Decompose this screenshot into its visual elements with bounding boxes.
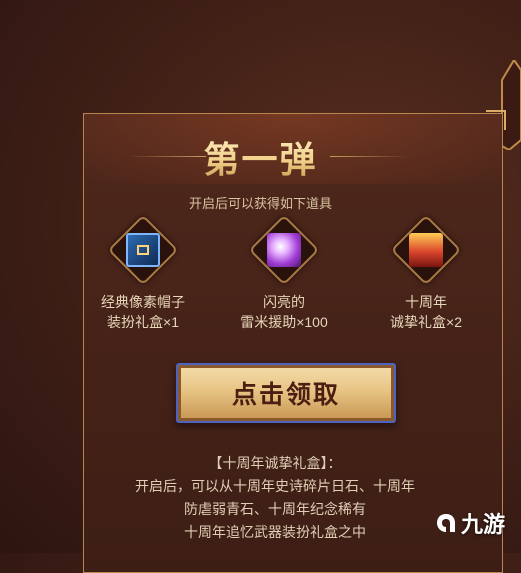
jiuyou-logo-icon — [437, 514, 455, 532]
description-line: 开启后，可以从十周年史诗碎片日石、十周年 — [135, 478, 415, 494]
description-line: 十周年追忆武器装扮礼盒之中 — [184, 524, 366, 540]
reward-item[interactable]: 闪亮的 雷米援助×100 — [219, 214, 349, 332]
site-watermark: 九游 — [435, 507, 505, 539]
claim-button[interactable]: 点击领取 — [176, 363, 396, 423]
treasure-box-icon — [126, 233, 160, 267]
gift-box-icon — [409, 233, 443, 267]
item-name: 闪亮的 雷米援助×100 — [240, 294, 328, 330]
item-icon-frame — [248, 214, 320, 286]
panel-corner-ornament — [486, 110, 506, 130]
description-heading: 【十周年诚挚礼盒】： — [208, 455, 342, 471]
reward-item[interactable]: 经典像素帽子 装扮礼盒×1 — [78, 214, 208, 332]
event-subtitle: 开启后可以获得如下道具 — [188, 196, 332, 211]
item-name: 经典像素帽子 装扮礼盒×1 — [101, 294, 185, 330]
item-icon-frame — [107, 214, 179, 286]
item-name: 十周年 诚挚礼盒×2 — [390, 294, 462, 330]
reward-item[interactable]: 十周年 诚挚礼盒×2 — [361, 214, 491, 332]
event-title: 第一弹 — [0, 131, 521, 183]
item-icon-frame — [390, 214, 462, 286]
watermark-text: 九游 — [461, 512, 506, 537]
shining-crystal-icon — [267, 233, 301, 267]
description-line: 防虐弱青石、十周年纪念稀有 — [184, 501, 366, 517]
